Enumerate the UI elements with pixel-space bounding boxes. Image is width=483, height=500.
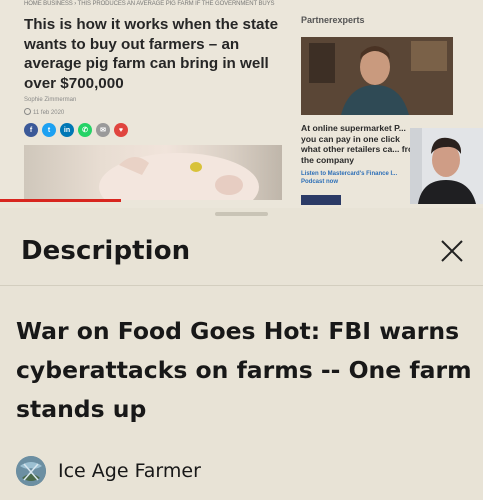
- linkedin-icon[interactable]: in: [60, 123, 74, 137]
- breadcrumb: HOME BUSINESS › THIS PRODUCES AN AVERAGE…: [24, 1, 275, 7]
- sidebar-promo-link[interactable]: Listen to Mastercard's Finance I... Podc…: [301, 170, 419, 186]
- share-buttons: f t in ✆ ✉ ♥: [24, 123, 128, 137]
- pocket-icon[interactable]: ♥: [114, 123, 128, 137]
- promo-thumbnail[interactable]: [301, 195, 341, 205]
- video-title: War on Food Goes Hot: FBI warns cyberatt…: [16, 317, 472, 423]
- channel-name[interactable]: Ice Age Farmer: [58, 460, 201, 482]
- avatar[interactable]: [16, 456, 46, 486]
- drag-handle[interactable]: [215, 212, 268, 216]
- article-headline: This is how it works when the state want…: [24, 16, 279, 92]
- sidebar-heading: Partnerexperts: [301, 15, 365, 25]
- clock-icon: [24, 108, 31, 115]
- channel-row[interactable]: Ice Age Farmer: [16, 456, 201, 486]
- pig-photo: [24, 145, 282, 200]
- article-date-text: 11 feb 2020: [33, 110, 65, 116]
- sheet-title: Description: [21, 236, 191, 266]
- description-sheet: Description War on Food Goes Hot: FBI wa…: [0, 208, 483, 500]
- whatsapp-icon[interactable]: ✆: [78, 123, 92, 137]
- picture-in-picture-webcam[interactable]: [410, 128, 483, 204]
- sidebar-promo-text[interactable]: At online supermarket P... you can pay i…: [301, 123, 421, 165]
- close-icon: [441, 240, 463, 262]
- divider: [0, 285, 483, 286]
- mail-icon[interactable]: ✉: [96, 123, 110, 137]
- facebook-icon[interactable]: f: [24, 123, 38, 137]
- article-date: 11 feb 2020: [24, 108, 64, 116]
- close-button[interactable]: [438, 237, 466, 265]
- video-progress-bar[interactable]: [0, 199, 121, 202]
- video-player[interactable]: HOME BUSINESS › THIS PRODUCES AN AVERAGE…: [0, 0, 483, 208]
- twitter-icon[interactable]: t: [42, 123, 56, 137]
- article-author: Sophie Zimmerman: [24, 97, 77, 103]
- partner-photo[interactable]: [301, 37, 453, 115]
